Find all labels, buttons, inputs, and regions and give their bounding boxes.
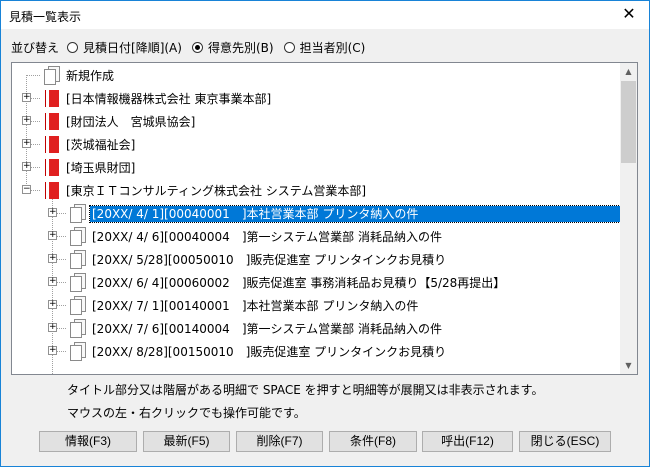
tree-row[interactable]: + [20XX/ 4/ 1][00040001 ]本社営業本部 プリンタ納入の件 bbox=[12, 202, 622, 225]
sort-option-customer[interactable]: 得意先別(B) bbox=[191, 39, 274, 56]
estimate-list-window: 見積一覧表示 ✕ 並び替え 見積日付[降順](A) 得意先別(B) 担当者別(C… bbox=[0, 0, 650, 467]
expand-plus-icon[interactable]: + bbox=[48, 277, 57, 286]
tree-row-label[interactable]: [20XX/ 6/ 4][00060002 ]販売促進室 事務消耗品お見積り【5… bbox=[90, 275, 507, 291]
tree-row-label[interactable]: 新規作成 bbox=[64, 68, 116, 84]
refresh-button[interactable]: 最新(F5) bbox=[143, 431, 230, 452]
sort-option-date[interactable]: 見積日付[降順](A) bbox=[67, 39, 182, 56]
sort-label: 並び替え bbox=[11, 40, 60, 55]
tree-row-label[interactable]: [東京ＩＴコンサルティング株式会社 システム営業本部] bbox=[64, 183, 368, 199]
tree-row-label[interactable]: [埼玉県財団] bbox=[64, 160, 137, 176]
expand-plus-icon[interactable]: + bbox=[22, 116, 31, 125]
tree-row-label[interactable]: [20XX/ 5/28][00050010 ]販売促進室 プリンタインクお見積り bbox=[90, 252, 448, 268]
window-close-button[interactable]: ✕ bbox=[609, 1, 649, 29]
sort-option-staff-label: 担当者別(C) bbox=[299, 40, 366, 55]
radio-staff[interactable] bbox=[283, 41, 295, 53]
expand-plus-icon[interactable]: + bbox=[22, 162, 31, 171]
expand-plus-icon[interactable]: + bbox=[48, 254, 57, 263]
tree-row[interactable]: + [20XX/ 8/28][00150010 ]販売促進室 プリンタインクお見積… bbox=[12, 340, 622, 363]
radio-customer[interactable] bbox=[191, 41, 203, 53]
book-icon bbox=[46, 113, 59, 130]
expand-plus-icon[interactable]: + bbox=[48, 300, 57, 309]
tree-row[interactable]: + [茨城福祉会] bbox=[12, 133, 622, 156]
tree-row[interactable]: + [日本情報機器株式会社 東京事業本部] bbox=[12, 87, 622, 110]
tree-row[interactable]: + [財団法人 宮城県協会] bbox=[12, 110, 622, 133]
close-button[interactable]: 閉じる(ESC) bbox=[519, 431, 611, 452]
document-icon bbox=[70, 342, 86, 361]
sort-options: 並び替え 見積日付[降順](A) 得意先別(B) 担当者別(C) bbox=[11, 38, 375, 56]
tree-row-label[interactable]: [日本情報機器株式会社 東京事業本部] bbox=[64, 91, 273, 107]
book-icon bbox=[46, 90, 59, 107]
document-icon bbox=[70, 250, 86, 269]
delete-button[interactable]: 削除(F7) bbox=[236, 431, 323, 452]
tree-row[interactable]: + [20XX/ 6/ 4][00060002 ]販売促進室 事務消耗品お見積り【… bbox=[12, 271, 622, 294]
tree-row[interactable]: + [20XX/ 7/ 6][00140004 ]第一システム営業部 消耗品納入の… bbox=[12, 317, 622, 340]
help-text-line-1: タイトル部分又は階層がある明細で SPACE を押すと明細等が展開又は非表示され… bbox=[67, 383, 544, 397]
document-icon bbox=[70, 273, 86, 292]
scroll-down-arrow-icon[interactable]: ▼ bbox=[620, 357, 637, 374]
document-icon bbox=[44, 66, 60, 85]
condition-button[interactable]: 条件(F8) bbox=[329, 431, 417, 452]
help-text-line-2: マウスの左・右クリックでも操作可能です。 bbox=[67, 406, 306, 420]
tree-rows: 新規作成 + [日本情報機器株式会社 東京事業本部] + [財団法人 宮城県協会] + [茨… bbox=[12, 63, 622, 374]
document-icon bbox=[70, 319, 86, 338]
estimate-tree[interactable]: 新規作成 + [日本情報機器株式会社 東京事業本部] + [財団法人 宮城県協会] + [茨… bbox=[11, 62, 638, 375]
sort-option-date-label: 見積日付[降順](A) bbox=[83, 40, 182, 55]
scroll-thumb[interactable] bbox=[621, 81, 636, 163]
close-icon: ✕ bbox=[622, 4, 636, 23]
tree-row-label[interactable]: [20XX/ 7/ 6][00140004 ]第一システム営業部 消耗品納入の件 bbox=[90, 321, 444, 337]
tree-row-label[interactable]: [茨城福祉会] bbox=[64, 137, 137, 153]
sort-option-customer-label: 得意先別(B) bbox=[207, 40, 274, 55]
tree-row-label[interactable]: [20XX/ 4/ 1][00040001 ]本社営業本部 プリンタ納入の件 bbox=[89, 205, 622, 223]
tree-row-label[interactable]: [20XX/ 8/28][00150010 ]販売促進室 プリンタインクお見積り bbox=[90, 344, 448, 360]
tree-row[interactable]: + [20XX/ 5/28][00050010 ]販売促進室 プリンタインクお見積… bbox=[12, 248, 622, 271]
tree-row[interactable]: − [東京ＩＴコンサルティング株式会社 システム営業本部] bbox=[12, 179, 622, 202]
book-icon bbox=[46, 159, 59, 176]
tree-row-label[interactable]: [20XX/ 7/ 1][00140001 ]本社営業本部 プリンタ納入の件 bbox=[90, 298, 420, 314]
tree-scrollbar[interactable]: ▲ ▼ bbox=[620, 63, 637, 374]
tree-row[interactable]: + [埼玉県財団] bbox=[12, 156, 622, 179]
expand-plus-icon[interactable]: + bbox=[22, 139, 31, 148]
tree-row-label[interactable]: [財団法人 宮城県協会] bbox=[64, 114, 197, 130]
call-button[interactable]: 呼出(F12) bbox=[422, 431, 513, 452]
title-bar: 見積一覧表示 ✕ bbox=[1, 1, 649, 29]
radio-date[interactable] bbox=[67, 41, 79, 53]
expand-plus-icon[interactable]: + bbox=[48, 323, 57, 332]
info-button[interactable]: 情報(F3) bbox=[39, 431, 137, 452]
tree-row[interactable]: + [20XX/ 7/ 1][00140001 ]本社営業本部 プリンタ納入の件 bbox=[12, 294, 622, 317]
sort-option-staff[interactable]: 担当者別(C) bbox=[283, 39, 366, 56]
tree-row[interactable]: + [20XX/ 4/ 6][00040004 ]第一システム営業部 消耗品納入の… bbox=[12, 225, 622, 248]
expand-plus-icon[interactable]: + bbox=[22, 93, 31, 102]
expand-plus-icon[interactable]: + bbox=[48, 208, 57, 217]
expand-plus-icon[interactable]: + bbox=[48, 346, 57, 355]
tree-row-label[interactable]: [20XX/ 4/ 6][00040004 ]第一システム営業部 消耗品納入の件 bbox=[90, 229, 444, 245]
tree-connector-line bbox=[26, 75, 40, 76]
book-icon bbox=[46, 136, 59, 153]
expand-plus-icon[interactable]: + bbox=[48, 231, 57, 240]
document-icon bbox=[70, 296, 86, 315]
scroll-up-arrow-icon[interactable]: ▲ bbox=[620, 63, 637, 80]
window-title: 見積一覧表示 bbox=[9, 10, 82, 24]
collapse-minus-icon[interactable]: − bbox=[22, 185, 31, 194]
book-icon bbox=[46, 182, 59, 199]
document-icon bbox=[70, 227, 86, 246]
tree-row[interactable]: 新規作成 bbox=[12, 64, 622, 87]
document-icon bbox=[70, 204, 86, 223]
